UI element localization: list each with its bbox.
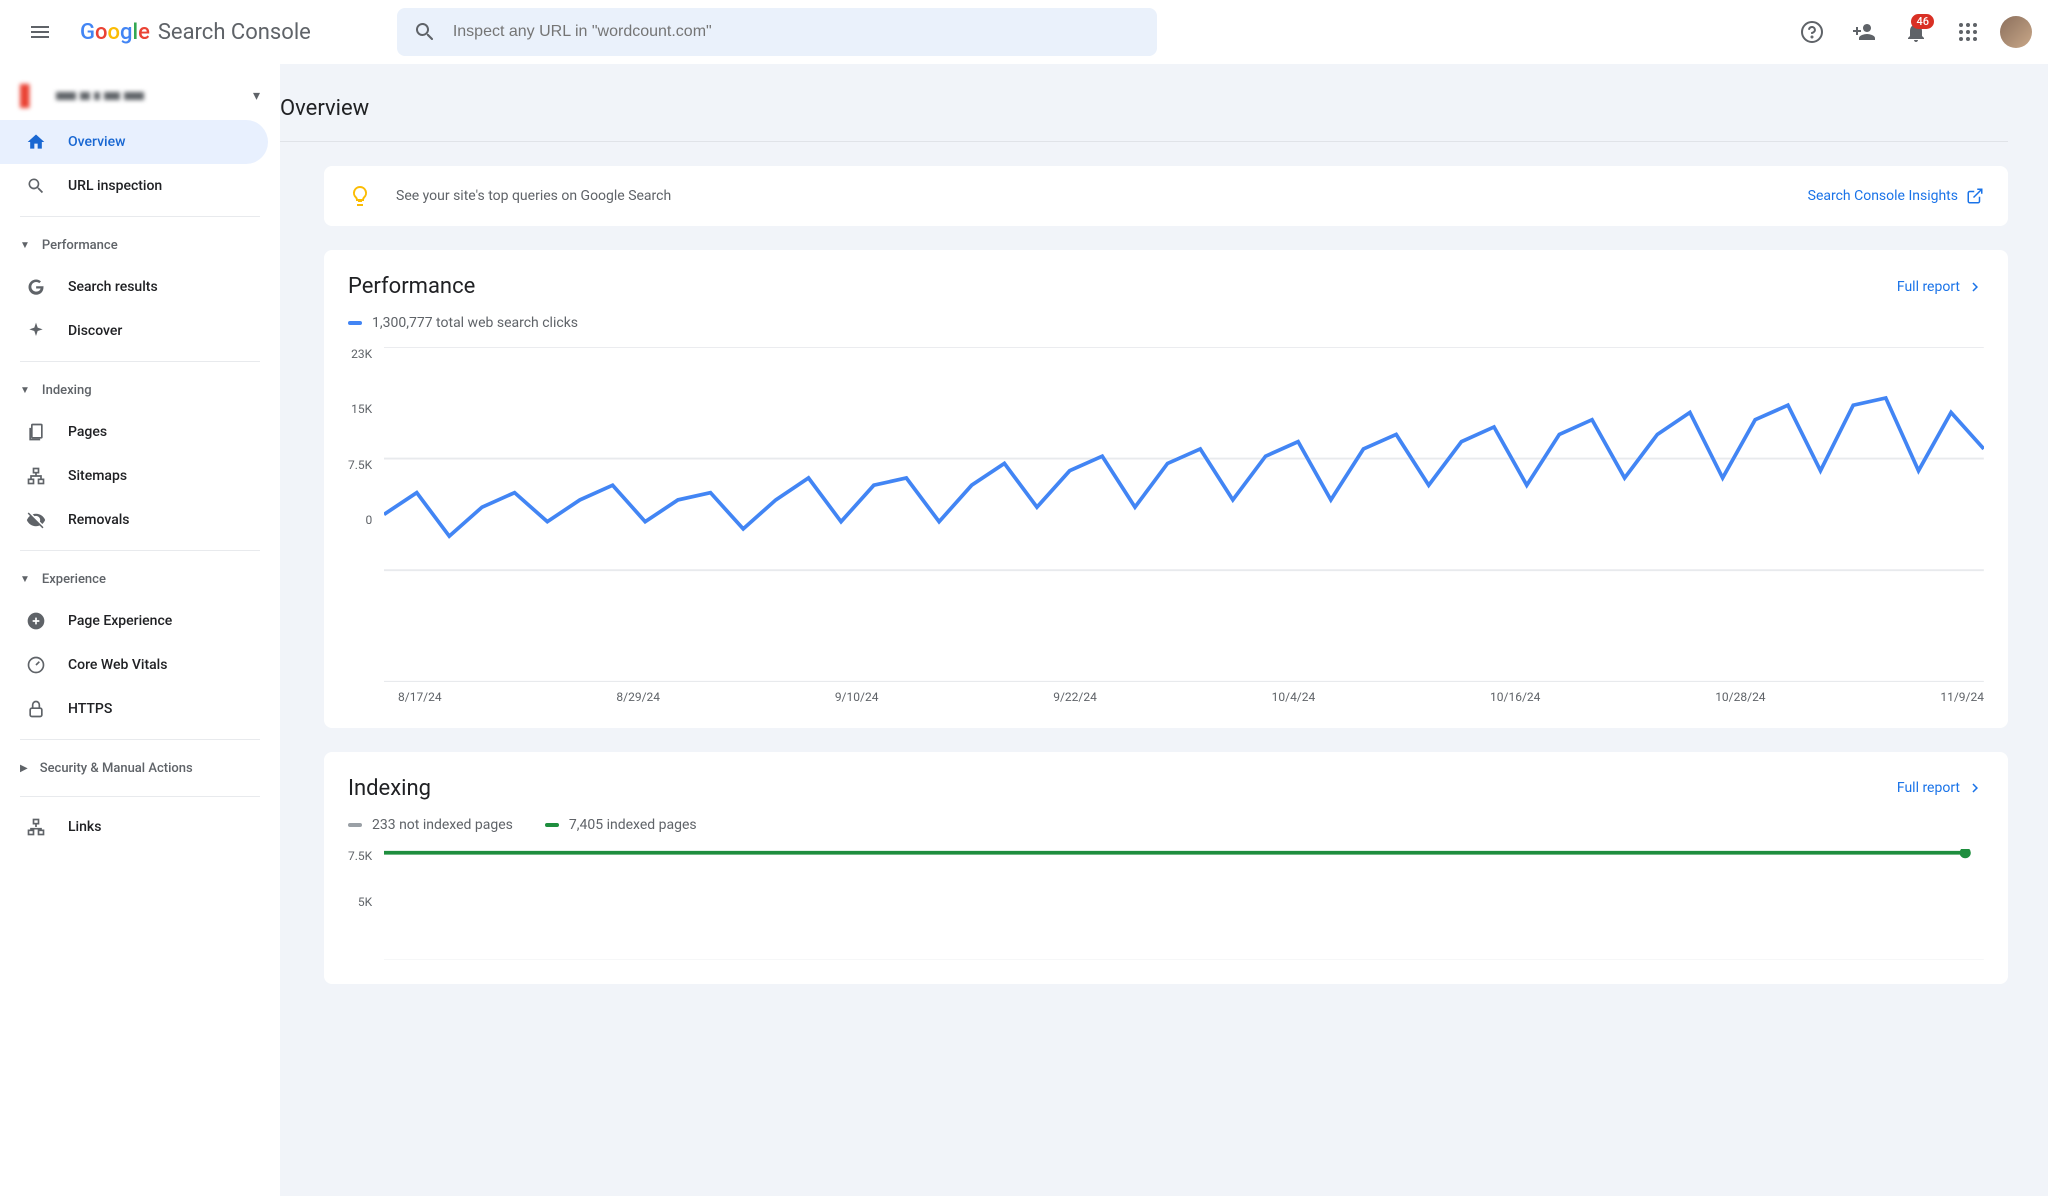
sidebar-item-label: Links: [68, 819, 101, 835]
indexing-card: Indexing Full report 233 not indexed pag…: [324, 752, 2008, 985]
sidebar-item-label: URL inspection: [68, 178, 162, 194]
product-logo[interactable]: Google Search Console: [80, 20, 311, 45]
app-header: Google Search Console 46: [0, 0, 2048, 64]
sidebar: ▾ Overview URL inspection ▼ Performance …: [0, 64, 280, 1196]
eye-off-icon: [24, 508, 48, 532]
sidebar-section-label: Indexing: [42, 383, 92, 398]
insights-link[interactable]: Search Console Insights: [1808, 187, 1984, 205]
sidebar-item-label: Pages: [68, 424, 107, 440]
person-add-icon: [1852, 20, 1876, 44]
performance-x-axis: 8/17/24 8/29/24 9/10/24 9/22/24 10/4/24 …: [348, 690, 1984, 704]
sidebar-item-page-experience[interactable]: Page Experience: [0, 599, 268, 643]
search-icon: [24, 174, 48, 198]
sidebar-item-label: Discover: [68, 323, 122, 339]
sidebar-item-pages[interactable]: Pages: [0, 410, 268, 454]
url-inspect-search[interactable]: [397, 8, 1157, 56]
property-selector[interactable]: ▾: [0, 72, 280, 120]
speed-icon: [24, 653, 48, 677]
search-icon: [413, 20, 437, 44]
sidebar-section-label: Security & Manual Actions: [40, 761, 193, 776]
sidebar-item-removals[interactable]: Removals: [0, 498, 268, 542]
legend-swatch: [348, 823, 362, 827]
apps-button[interactable]: [1948, 12, 1988, 52]
sidebar-item-label: Core Web Vitals: [68, 657, 167, 673]
home-icon: [24, 130, 48, 154]
sitemap-icon: [24, 464, 48, 488]
page-title: Overview: [280, 96, 2008, 142]
indexing-chart: 7.5K 5K: [348, 849, 1984, 961]
sidebar-section-label: Experience: [42, 572, 106, 587]
chevron-down-icon: ▼: [20, 385, 30, 396]
sidebar-item-label: Page Experience: [68, 613, 172, 629]
asterisk-icon: [24, 319, 48, 343]
sidebar-item-search-results[interactable]: Search results: [0, 265, 268, 309]
google-logo-text: Google: [80, 20, 150, 45]
property-favicon: [20, 84, 44, 108]
lightbulb-icon: [348, 184, 372, 208]
sidebar-section-label: Performance: [42, 238, 118, 253]
indexing-legend-indexed: 7,405 indexed pages: [545, 817, 697, 833]
account-avatar[interactable]: [2000, 16, 2032, 48]
apps-grid-icon: [1956, 20, 1980, 44]
chevron-down-icon: ▼: [20, 240, 30, 251]
sidebar-item-label: Sitemaps: [68, 468, 127, 484]
performance-legend: 1,300,777 total web search clicks: [348, 315, 578, 331]
indexing-legend-not-indexed: 233 not indexed pages: [348, 817, 513, 833]
main-content: Overview See your site's top queries on …: [280, 64, 2048, 1196]
indexing-title: Indexing: [348, 776, 431, 801]
notification-badge: 46: [1911, 14, 1934, 29]
sidebar-item-links[interactable]: Links: [0, 805, 268, 849]
sidebar-item-label: Search results: [68, 279, 158, 295]
sidebar-section-experience[interactable]: ▼ Experience: [0, 559, 280, 599]
indexing-full-report-link[interactable]: Full report: [1897, 779, 1984, 797]
sidebar-item-label: Overview: [68, 134, 125, 150]
performance-chart: 23K 15K 7.5K 0: [348, 347, 1984, 682]
chevron-right-icon: [1966, 278, 1984, 296]
performance-title: Performance: [348, 274, 475, 299]
lock-icon: [24, 697, 48, 721]
insights-text: See your site's top queries on Google Se…: [396, 188, 671, 204]
pages-icon: [24, 420, 48, 444]
chevron-down-icon: ▼: [20, 574, 30, 585]
google-g-icon: [24, 275, 48, 299]
users-button[interactable]: [1844, 12, 1884, 52]
sidebar-item-overview[interactable]: Overview: [0, 120, 268, 164]
chevron-down-icon: ▾: [253, 88, 260, 104]
product-name: Search Console: [158, 20, 311, 45]
sidebar-item-label: HTTPS: [68, 701, 112, 717]
property-name-blurred: [56, 92, 144, 100]
sidebar-item-sitemaps[interactable]: Sitemaps: [0, 454, 268, 498]
notifications-button[interactable]: 46: [1896, 12, 1936, 52]
chevron-right-icon: ▶: [20, 763, 28, 774]
links-icon: [24, 815, 48, 839]
insights-card: See your site's top queries on Google Se…: [324, 166, 2008, 226]
sidebar-section-performance[interactable]: ▼ Performance: [0, 225, 280, 265]
sidebar-item-https[interactable]: HTTPS: [0, 687, 268, 731]
help-icon: [1800, 20, 1824, 44]
chevron-right-icon: [1966, 779, 1984, 797]
sidebar-section-security[interactable]: ▶ Security & Manual Actions: [0, 748, 280, 788]
performance-full-report-link[interactable]: Full report: [1897, 278, 1984, 296]
sidebar-section-indexing[interactable]: ▼ Indexing: [0, 370, 280, 410]
legend-swatch: [348, 321, 362, 325]
sidebar-item-core-web-vitals[interactable]: Core Web Vitals: [0, 643, 268, 687]
circle-plus-icon: [24, 609, 48, 633]
search-input[interactable]: [453, 23, 1141, 41]
hamburger-icon: [28, 20, 52, 44]
external-link-icon: [1966, 187, 1984, 205]
legend-swatch: [545, 823, 559, 827]
help-button[interactable]: [1792, 12, 1832, 52]
sidebar-item-label: Removals: [68, 512, 130, 528]
sidebar-item-url-inspection[interactable]: URL inspection: [0, 164, 268, 208]
performance-card: Performance Full report 1,300,777 total …: [324, 250, 2008, 728]
hamburger-menu-button[interactable]: [16, 8, 64, 56]
sidebar-item-discover[interactable]: Discover: [0, 309, 268, 353]
